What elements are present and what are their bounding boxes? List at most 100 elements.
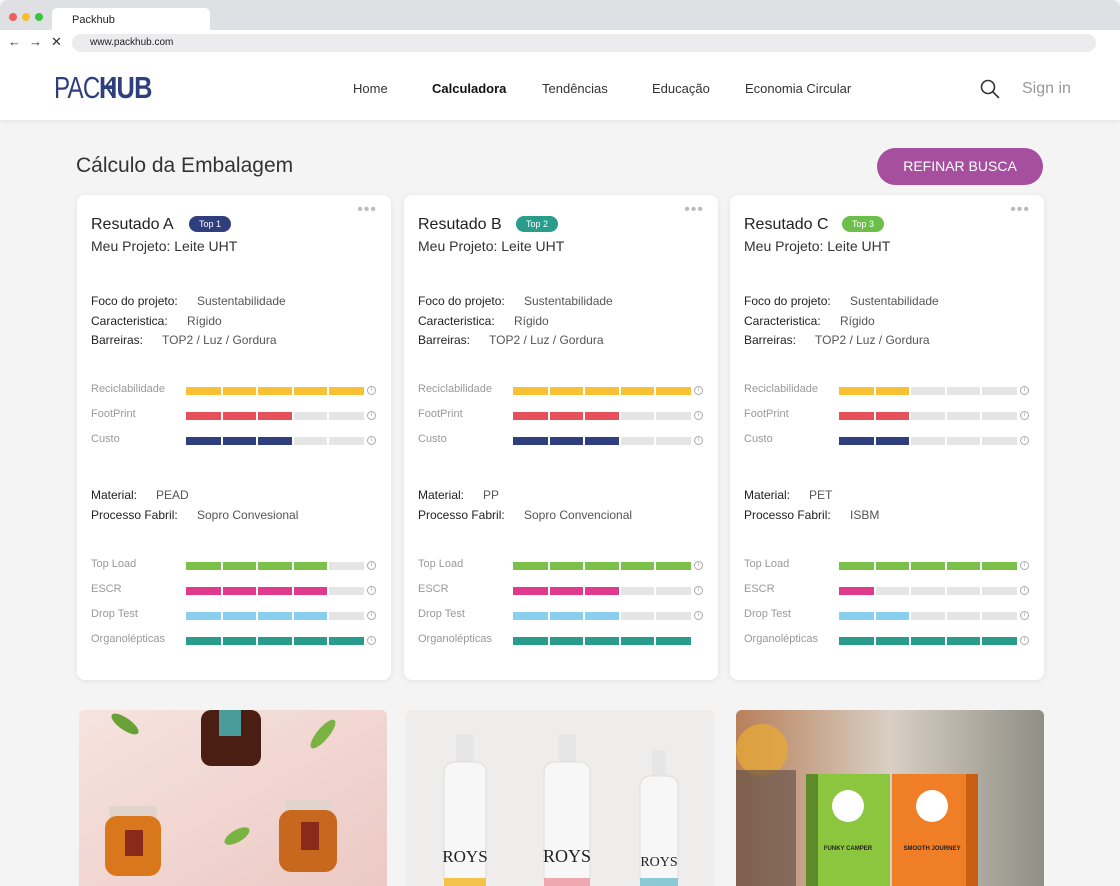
footprint-label: FootPrint	[418, 408, 463, 420]
result-card[interactable]: ••• Resutado C Top 3 Meu Projeto: Leite UHT…	[730, 195, 1044, 680]
bar-segment-divider	[583, 637, 586, 645]
characteristic-label: Caracteristica:	[418, 314, 495, 328]
result-card[interactable]: ••• Resutado B Top 2 Meu Projeto: Leite UHT…	[404, 195, 718, 680]
bar-segment-divider	[873, 587, 876, 595]
bar-segment-divider	[909, 562, 912, 570]
bar-segment-divider	[873, 437, 876, 445]
bar-segment-divider	[583, 562, 586, 570]
custo-label: Custo	[418, 433, 447, 445]
info-icon[interactable]: i	[1020, 611, 1029, 620]
characteristic-label: Caracteristica:	[744, 314, 821, 328]
bar-segment-divider	[944, 387, 947, 395]
info-icon[interactable]: i	[367, 411, 376, 420]
info-icon[interactable]: i	[1020, 386, 1029, 395]
info-icon[interactable]: i	[694, 561, 703, 570]
info-icon[interactable]: i	[1020, 586, 1029, 595]
more-options-icon[interactable]: •••	[1010, 202, 1030, 218]
info-icon[interactable]: i	[1020, 561, 1029, 570]
characteristic-label: Caracteristica:	[91, 314, 168, 328]
info-icon[interactable]: i	[694, 411, 703, 420]
barriers-label: Barreiras:	[418, 333, 471, 347]
bar-segment-divider	[583, 387, 586, 395]
bar-segment-divider	[583, 612, 586, 620]
info-icon[interactable]: i	[1020, 411, 1029, 420]
material-label: Material:	[91, 488, 138, 502]
info-icon[interactable]: i	[367, 611, 376, 620]
process-label: Processo Fabril:	[91, 508, 178, 522]
info-icon[interactable]: i	[367, 436, 376, 445]
maximize-window-dot[interactable]	[35, 13, 43, 21]
card-title: Resutado A	[91, 216, 174, 233]
project-name: Meu Projeto: Leite UHT	[744, 238, 891, 254]
bar-segment-divider	[909, 387, 912, 395]
focus-label: Foco do projeto:	[744, 294, 831, 308]
info-icon[interactable]: i	[367, 386, 376, 395]
escr-label: ESCR	[91, 583, 122, 595]
url-bar[interactable]: www.packhub.com	[72, 34, 1096, 52]
bar-segment-divider	[256, 412, 259, 420]
project-name: Meu Projeto: Leite UHT	[91, 238, 238, 254]
info-icon[interactable]: i	[694, 611, 703, 620]
bar-segment-divider	[980, 387, 983, 395]
info-icon[interactable]: i	[367, 636, 376, 645]
info-icon[interactable]: i	[367, 586, 376, 595]
roys-bottles-image: ROYS ROYS ROYS	[406, 710, 714, 886]
info-icon[interactable]: i	[694, 586, 703, 595]
nav-home[interactable]: Home	[353, 81, 388, 96]
barriers-value: TOP2 / Luz / Gordura	[489, 333, 604, 347]
organolepticas-bar-fill	[839, 637, 1017, 645]
info-icon[interactable]: i	[694, 386, 703, 395]
bar-segment-divider	[220, 387, 223, 395]
browser-tab[interactable]: Packhub	[52, 8, 210, 32]
droptest-label: Drop Test	[744, 608, 791, 620]
escr-bar-fill	[513, 587, 620, 595]
close-icon[interactable]: ✕	[51, 34, 62, 50]
bar-segment-divider	[291, 387, 294, 395]
footprint-bar-fill	[513, 412, 620, 420]
info-icon[interactable]: i	[1020, 636, 1029, 645]
back-arrow-icon[interactable]: ←	[8, 34, 21, 50]
site-header: PACK HUB Home Calculadora Tendências Educ…	[0, 56, 1120, 120]
barriers-value: TOP2 / Luz / Gordura	[815, 333, 930, 347]
search-icon[interactable]	[980, 79, 1000, 99]
result-card[interactable]: ••• Resutado A Top 1 Meu Projeto: Leite UHT…	[77, 195, 391, 680]
sign-in-link[interactable]: Sign in	[1022, 80, 1071, 98]
info-icon[interactable]: i	[1020, 436, 1029, 445]
info-icon[interactable]: i	[694, 436, 703, 445]
bar-segment-divider	[980, 587, 983, 595]
nav-economia-circular[interactable]: Economia Circular	[745, 81, 851, 96]
minimize-window-dot[interactable]	[22, 13, 30, 21]
bar-segment-divider	[980, 412, 983, 420]
topload-bar-fill	[839, 562, 1017, 570]
process-value: ISBM	[850, 508, 880, 522]
close-window-dot[interactable]	[9, 13, 17, 21]
more-options-icon[interactable]: •••	[357, 202, 377, 218]
escr-bar	[839, 587, 1017, 595]
forward-arrow-icon[interactable]: →	[29, 34, 42, 50]
nav-educacao[interactable]: Educação	[652, 81, 710, 96]
nav-tendencias[interactable]: Tendências	[542, 81, 608, 96]
custo-bar-fill	[186, 437, 293, 445]
topload-bar-fill	[513, 562, 691, 570]
bar-segment-divider	[220, 562, 223, 570]
bar-segment-divider	[327, 387, 330, 395]
bar-segment-divider	[583, 587, 586, 595]
project-name: Meu Projeto: Leite UHT	[418, 238, 565, 254]
escr-label: ESCR	[744, 583, 775, 595]
bar-segment-divider	[909, 612, 912, 620]
bar-segment-divider	[291, 562, 294, 570]
info-icon[interactable]: i	[367, 561, 376, 570]
packhub-logo[interactable]: PACK HUB	[54, 70, 152, 106]
bar-segment-divider	[291, 637, 294, 645]
escr-bar-fill	[839, 587, 875, 595]
nav-calculadora[interactable]: Calculadora	[432, 81, 506, 96]
more-options-icon[interactable]: •••	[684, 202, 704, 218]
rank-badge: Top 2	[516, 216, 558, 232]
bar-segment-divider	[618, 562, 621, 570]
bar-segment-divider	[256, 587, 259, 595]
bar-segment-divider	[980, 612, 983, 620]
characteristic-value: Rígido	[840, 314, 875, 328]
refine-search-button[interactable]: REFINAR BUSCA	[877, 148, 1043, 185]
bar-segment-divider	[654, 637, 657, 645]
bar-segment-divider	[618, 637, 621, 645]
